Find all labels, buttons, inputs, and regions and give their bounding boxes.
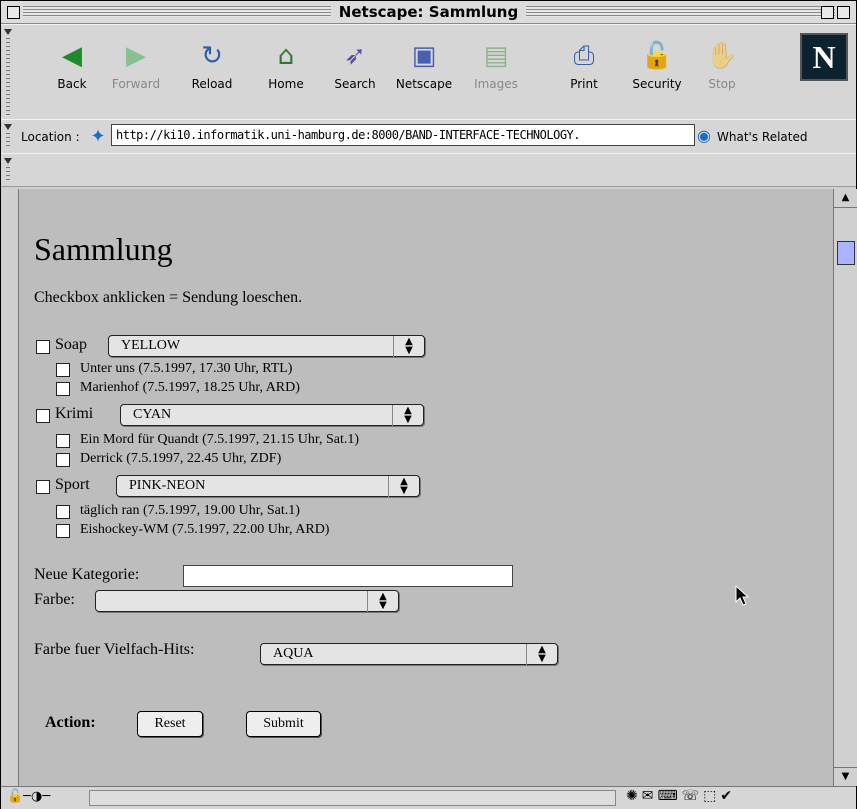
show-checkbox[interactable] xyxy=(56,382,70,396)
new-category-color-select[interactable]: ▲ ▼ xyxy=(95,590,399,612)
location-label: Location : xyxy=(21,130,80,144)
multi-hit-color-label: Farbe fuer Vielfach-Hits: xyxy=(34,641,195,658)
toolbar-search-button[interactable]: ➶ Search xyxy=(324,33,386,105)
security-status-icon[interactable]: 🔓─◑─ xyxy=(7,789,50,804)
personal-toolbar xyxy=(1,153,856,187)
multi-hit-color-select[interactable]: AQUA ▲ ▼ xyxy=(260,643,558,665)
reload-icon: ↻ xyxy=(201,41,223,71)
reset-button[interactable]: Reset xyxy=(137,711,203,737)
toolbar-forward-button[interactable]: ▶ Forward xyxy=(105,33,167,105)
select-arrows-icon: ▲ ▼ xyxy=(526,644,557,665)
toolbar-print-button[interactable]: ⎙ Print xyxy=(553,33,615,105)
scroll-down-arrow-icon[interactable]: ▼ xyxy=(834,767,857,786)
page-content: Sammlung Checkbox anklicken = Sendung lo… xyxy=(18,189,834,786)
new-category-label: Neue Kategorie: xyxy=(34,566,140,583)
category-label-soap: Soap xyxy=(55,336,87,353)
toolbar-button-label: Images xyxy=(474,77,518,91)
toolbar-netscape-button[interactable]: ▣ Netscape xyxy=(393,33,455,105)
toolbar-button-label: Print xyxy=(570,77,598,91)
url-field[interactable]: http://ki10.informatik.uni-hamburg.de:80… xyxy=(111,124,695,146)
category-checkbox-sport[interactable] xyxy=(36,480,50,494)
category-color-select-krimi[interactable]: CYAN ▲ ▼ xyxy=(120,404,424,426)
mouse-pointer-icon xyxy=(735,585,750,606)
security-lock-icon: 🔓 xyxy=(640,41,674,71)
browser-window: Netscape: Sammlung ◀ Back ▶ Forward ↻ Reload ⌂… xyxy=(0,0,857,809)
status-bar: 🔓─◑─ ✺✉⌨☏⬚✔ xyxy=(1,786,856,809)
show-checkbox[interactable] xyxy=(56,505,70,519)
category-checkbox-krimi[interactable] xyxy=(36,409,50,423)
toolbar-button-label: Security xyxy=(632,77,682,91)
home-icon: ⌂ xyxy=(277,41,295,71)
scroll-thumb[interactable] xyxy=(837,241,855,265)
show-label: Ein Mord für Quandt (7.5.1997, 21.15 Uhr… xyxy=(80,432,360,447)
toolbar-security-button[interactable]: 🔓 Security xyxy=(626,33,688,105)
show-label: täglich ran (7.5.1997, 19.00 Uhr, Sat.1) xyxy=(80,503,300,518)
show-label: Marienhof (7.5.1997, 18.25 Uhr, ARD) xyxy=(80,380,300,395)
category-color-select-soap[interactable]: YELLOW ▲ ▼ xyxy=(108,335,425,357)
category-label-sport: Sport xyxy=(55,476,90,493)
show-checkbox[interactable] xyxy=(56,434,70,448)
whats-related-icon: ◉ xyxy=(697,126,711,145)
toolbar-reload-button[interactable]: ↻ Reload xyxy=(181,33,243,105)
page-title: Sammlung xyxy=(34,231,173,267)
show-label: Derrick (7.5.1997, 22.45 Uhr, ZDF) xyxy=(80,451,282,466)
stop-icon: ✋ xyxy=(705,41,739,71)
zoom-box[interactable] xyxy=(821,6,834,19)
select-arrows-icon: ▲ ▼ xyxy=(393,336,424,357)
category-checkbox-soap[interactable] xyxy=(36,340,50,354)
select-arrows-icon: ▲ ▼ xyxy=(388,476,419,497)
location-collapse-tab[interactable] xyxy=(3,122,15,152)
back-arrow-icon: ◀ xyxy=(62,41,82,71)
toolbar-home-button[interactable]: ⌂ Home xyxy=(255,33,317,105)
toolbar-button-label: Back xyxy=(57,77,87,91)
instruction-text: Checkbox anklicken = Sendung loeschen. xyxy=(34,289,303,306)
show-label: Eishockey-WM (7.5.1997, 22.00 Uhr, ARD) xyxy=(80,522,330,537)
show-checkbox[interactable] xyxy=(56,453,70,467)
images-icon: ▤ xyxy=(483,41,509,71)
new-category-input[interactable] xyxy=(183,565,513,587)
personal-collapse-tab[interactable] xyxy=(3,156,15,184)
select-arrows-icon: ▲ ▼ xyxy=(392,405,423,426)
netscape-logo[interactable]: N xyxy=(800,33,848,81)
action-label: Action: xyxy=(45,714,96,731)
window-title: Netscape: Sammlung xyxy=(330,3,527,21)
toolbar-button-label: Netscape xyxy=(395,77,453,91)
scroll-up-arrow-icon[interactable]: ▲ xyxy=(834,189,857,208)
title-bar[interactable]: Netscape: Sammlung xyxy=(1,1,856,24)
toolbar-button-label: Reload xyxy=(191,77,233,91)
category-label-krimi: Krimi xyxy=(55,405,94,422)
print-icon: ⎙ xyxy=(573,41,595,71)
toolbar-button-label: Home xyxy=(268,77,304,91)
select-value: YELLOW xyxy=(121,338,181,353)
location-toolbar: Location : ✦ http://ki10.informatik.uni-… xyxy=(1,119,856,155)
select-value: AQUA xyxy=(273,646,314,661)
select-value: PINK-NEON xyxy=(129,478,206,493)
toolbar-button-label: Forward xyxy=(111,77,161,91)
component-bar-icons[interactable]: ✺✉⌨☏⬚✔ xyxy=(626,788,736,804)
collapse-box[interactable] xyxy=(837,6,850,19)
show-label: Unter uns (7.5.1997, 17.30 Uhr, RTL) xyxy=(80,361,293,376)
toolbar-back-button[interactable]: ◀ Back xyxy=(41,33,103,105)
category-color-select-sport[interactable]: PINK-NEON ▲ ▼ xyxy=(116,475,420,497)
select-arrows-icon: ▲ ▼ xyxy=(367,591,398,612)
submit-button[interactable]: Submit xyxy=(246,711,321,737)
toolbar-images-button[interactable]: ▤ Images xyxy=(465,33,527,105)
page-proxy-icon[interactable]: ✦ xyxy=(86,124,110,148)
toolbar-button-label: Search xyxy=(334,77,376,91)
status-message-field xyxy=(89,790,616,806)
show-checkbox[interactable] xyxy=(56,524,70,538)
forward-arrow-icon: ▶ xyxy=(126,41,146,71)
color-label: Farbe: xyxy=(34,591,75,608)
whats-related-label: What's Related xyxy=(717,130,808,144)
my-netscape-icon: ▣ xyxy=(411,41,437,71)
search-icon: ➶ xyxy=(344,41,366,71)
vertical-scrollbar[interactable]: ▲ ▼ xyxy=(833,189,857,786)
navigation-toolbar: ◀ Back ▶ Forward ↻ Reload ⌂ Home ➶ Search ▣ Netscap… xyxy=(1,24,856,121)
select-value: CYAN xyxy=(133,407,172,422)
toolbar-stop-button[interactable]: ✋ Stop xyxy=(691,33,753,105)
toolbar-button-label: Stop xyxy=(708,77,736,91)
whats-related-button[interactable]: ◉ What's Related xyxy=(697,126,807,145)
show-checkbox[interactable] xyxy=(56,363,70,377)
toolbar-collapse-tab[interactable] xyxy=(3,27,15,118)
